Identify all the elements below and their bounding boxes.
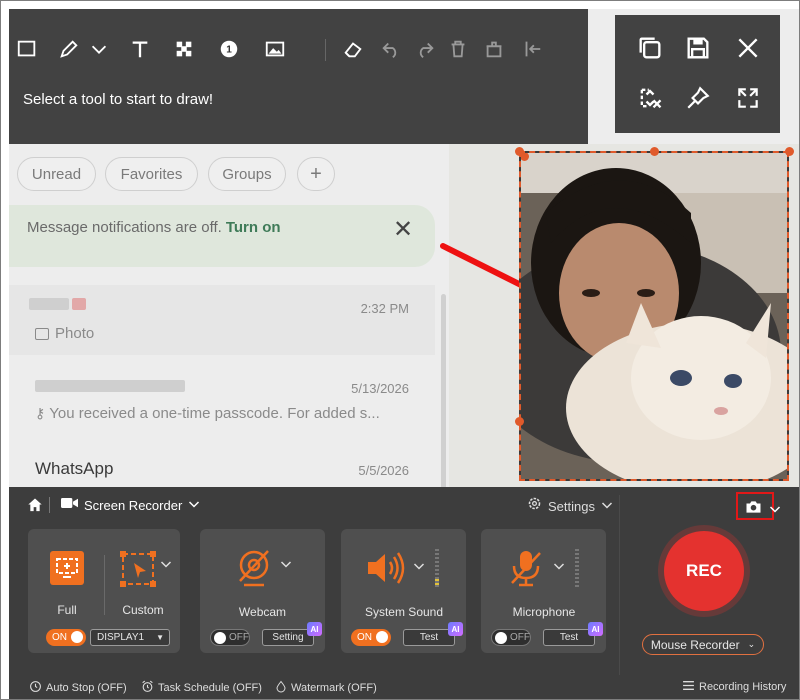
system-sound-card: System Sound ON Test AI <box>341 529 466 653</box>
resize-handle-top[interactable] <box>650 147 659 156</box>
draw-hint-text: Select a tool to start to draw! <box>23 91 214 108</box>
screenshot-action-bar <box>615 15 780 133</box>
list-icon <box>682 680 695 694</box>
pin-icon[interactable] <box>683 83 713 113</box>
capture-area-card: Full Custom ON DISPLAY1 ▼ <box>28 529 180 653</box>
mode-label: Screen Recorder <box>84 497 183 513</box>
volume-meter <box>575 549 579 587</box>
webcam-image <box>521 153 787 479</box>
mode-selector[interactable]: Screen Recorder <box>61 496 200 514</box>
ai-badge: AI <box>448 622 463 636</box>
resize-handle-tl[interactable] <box>515 147 524 156</box>
gear-icon <box>527 496 542 516</box>
close-icon[interactable] <box>733 33 763 63</box>
alarm-clock-icon <box>141 680 154 696</box>
webcam-card: Webcam OFF Setting AI <box>200 529 325 653</box>
webcam-off-icon[interactable] <box>236 549 272 592</box>
task-schedule-label: Task Schedule (OFF) <box>158 682 262 694</box>
redo-icon[interactable] <box>413 37 437 61</box>
resize-handle-tr[interactable] <box>785 147 794 156</box>
eraser-tool-icon[interactable] <box>341 37 365 61</box>
system-sound-toggle[interactable]: ON <box>351 629 391 646</box>
chevron-down-icon: ▼ <box>156 633 164 642</box>
toggle-text: ON <box>52 632 67 643</box>
full-toggle[interactable]: ON <box>46 629 86 646</box>
drawing-toolbar: 1 Select a tool to start to draw! <box>9 9 588 144</box>
camera-snapshot-icon[interactable] <box>745 500 762 519</box>
auto-stop-label: Auto Stop (OFF) <box>46 682 127 694</box>
chevron-down-icon[interactable] <box>769 501 781 519</box>
recording-history-button[interactable]: Recording History <box>682 680 786 694</box>
brush-tool-icon[interactable] <box>57 37 81 61</box>
microphone-card: Microphone OFF Test AI <box>481 529 606 653</box>
microphone-off-icon[interactable] <box>509 549 543 592</box>
microphone-toggle[interactable]: OFF <box>491 629 531 646</box>
webcam-label: Webcam <box>238 605 287 619</box>
chevron-down-icon <box>601 497 613 515</box>
watermark-button[interactable]: Watermark (OFF) <box>275 680 377 696</box>
ai-badge: AI <box>588 622 603 636</box>
resize-handle-left[interactable] <box>515 417 524 426</box>
clock-icon <box>29 680 42 696</box>
full-screen-icon[interactable] <box>50 551 84 585</box>
custom-label: Custom <box>122 603 164 617</box>
chevron-down-icon[interactable] <box>413 559 425 574</box>
speaker-icon[interactable] <box>365 551 409 590</box>
image-tool-icon[interactable] <box>263 37 287 61</box>
step-badge-number: 1 <box>226 45 232 56</box>
chevron-down-icon[interactable] <box>160 557 172 572</box>
save-icon[interactable] <box>683 33 713 63</box>
clear-all-icon[interactable] <box>482 37 506 61</box>
mosaic-tool-icon[interactable] <box>172 37 196 61</box>
watermark-label: Watermark (OFF) <box>291 682 377 694</box>
video-camera-icon <box>61 496 78 514</box>
chevron-down-icon <box>188 496 200 514</box>
rectangle-tool-icon[interactable] <box>15 37 39 61</box>
toolbar-divider <box>325 39 326 61</box>
chevron-down-icon[interactable] <box>553 559 565 574</box>
rec-button[interactable]: REC <box>664 531 744 611</box>
auto-stop-button[interactable]: Auto Stop (OFF) <box>29 680 127 696</box>
webcam-toggle[interactable]: OFF <box>210 629 250 646</box>
panel-divider <box>619 495 620 675</box>
remove-frame-icon[interactable] <box>635 83 665 113</box>
webcam-preview[interactable] <box>519 151 789 481</box>
mouse-recorder-button[interactable]: Mouse Recorder ⌄ <box>642 634 764 655</box>
settings-button[interactable]: Settings <box>527 496 613 516</box>
copy-icon[interactable] <box>635 33 665 63</box>
full-label: Full <box>57 603 77 617</box>
drop-icon <box>275 680 287 696</box>
step-number-tool-icon[interactable]: 1 <box>217 37 241 61</box>
fullscreen-icon[interactable] <box>733 83 763 113</box>
mouse-recorder-label: Mouse Recorder <box>650 637 740 652</box>
chevron-down-icon[interactable] <box>280 557 292 572</box>
task-schedule-button[interactable]: Task Schedule (OFF) <box>141 680 262 696</box>
header-divider <box>49 497 50 513</box>
toggle-text: OFF <box>510 632 530 643</box>
undo-icon[interactable] <box>379 37 403 61</box>
card-divider <box>104 555 105 615</box>
custom-region-icon[interactable] <box>120 551 156 592</box>
system-sound-label: System Sound <box>364 605 444 619</box>
ai-badge: AI <box>307 622 322 636</box>
display-value: DISPLAY1 <box>97 632 145 643</box>
toggle-text: ON <box>357 632 372 643</box>
recorder-bottom-bar: Auto Stop (OFF) Task Schedule (OFF) Wate… <box>9 675 799 699</box>
settings-label: Settings <box>548 498 595 514</box>
delete-icon[interactable] <box>446 37 470 61</box>
chevron-down-icon: ⌄ <box>747 639 756 649</box>
recording-history-label: Recording History <box>699 681 787 693</box>
chevron-down-icon[interactable] <box>87 37 111 61</box>
home-icon[interactable] <box>27 497 43 517</box>
display-select[interactable]: DISPLAY1 ▼ <box>90 629 170 646</box>
microphone-label: Microphone <box>512 605 576 619</box>
exit-drawing-icon[interactable] <box>520 37 544 61</box>
recorder-panel: Screen Recorder Settings Full Custom ON … <box>9 487 799 699</box>
toggle-text: OFF <box>229 632 249 643</box>
app-window: Unread Favorites Groups + Message notifi… <box>0 0 800 700</box>
text-tool-icon[interactable] <box>128 37 152 61</box>
volume-meter-level <box>435 579 439 587</box>
